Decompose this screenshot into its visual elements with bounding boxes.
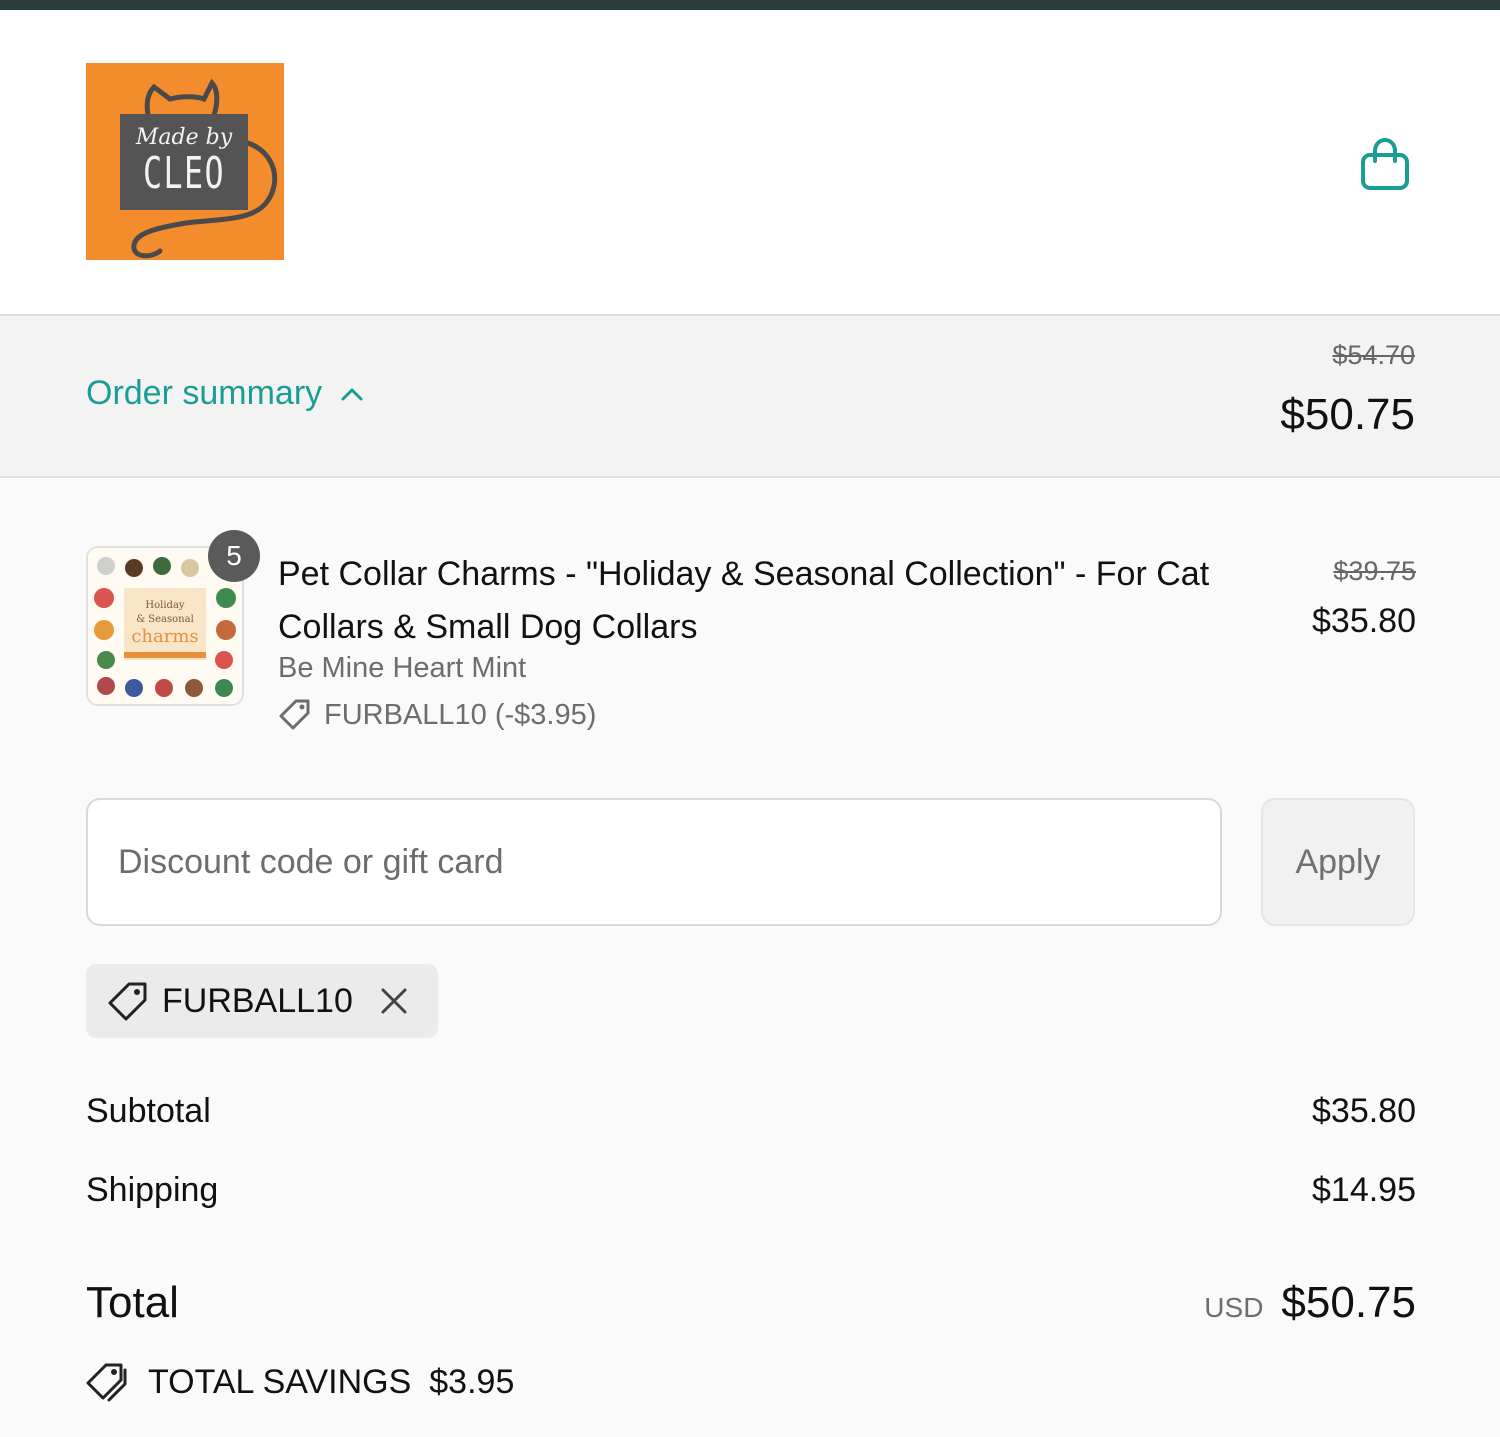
logo-sign: Made by CLEO: [120, 114, 248, 210]
logo-name: CLEO: [142, 148, 226, 199]
total-value-group: USD $50.75: [1204, 1278, 1416, 1328]
total-savings: TOTAL SAVINGS $3.95: [86, 1362, 514, 1402]
subtotal-label: Subtotal: [86, 1092, 211, 1130]
top-accent-bar: [0, 0, 1500, 10]
item-discount-label: FURBALL10 (-$3.95): [324, 698, 597, 731]
applied-discount-chip: FURBALL10: [86, 964, 438, 1038]
apply-button[interactable]: Apply: [1261, 798, 1415, 926]
item-original-price: $39.75: [1333, 556, 1416, 586]
cart-button[interactable]: [1354, 132, 1416, 196]
chevron-up-icon: [341, 388, 363, 400]
product-title: Pet Collar Charms - "Holiday & Seasonal …: [278, 555, 1210, 646]
remove-discount-button[interactable]: [377, 984, 411, 1018]
order-summary-bar: Order summary $54.70 $50.75: [0, 316, 1500, 478]
shipping-label: Shipping: [86, 1171, 219, 1209]
line-item: Holiday & Seasonal charms 5 Pet Collar C…: [86, 530, 1416, 746]
total-value: $50.75: [1281, 1278, 1416, 1327]
total-savings-value: $3.95: [429, 1362, 515, 1401]
applied-discount-code: FURBALL10: [162, 981, 353, 1020]
quantity-badge: 5: [208, 530, 260, 582]
shopping-bag-icon: [1361, 137, 1409, 190]
order-summary-toggle[interactable]: Order summary: [86, 374, 364, 413]
order-summary-label: Order summary: [86, 374, 323, 412]
subtotal-value: $35.80: [1312, 1092, 1416, 1130]
tag-icon: [108, 982, 147, 1021]
logo-tagline: Made by: [135, 125, 233, 150]
tags-icon: [86, 1363, 127, 1402]
product-variant: Be Mine Heart Mint: [278, 652, 527, 684]
summary-original-total: $54.70: [1332, 340, 1415, 370]
total-savings-label: TOTAL SAVINGS: [148, 1362, 412, 1401]
thumbnail-text-seasonal: & Seasonal: [136, 614, 194, 625]
shipping-value: $14.95: [1312, 1171, 1416, 1209]
item-price: $35.80: [1312, 602, 1416, 640]
summary-total: $50.75: [1280, 390, 1415, 439]
thumbnail-text-charms: charms: [131, 626, 198, 647]
site-header: Made by CLEO: [0, 10, 1500, 316]
item-discount: FURBALL10 (-$3.95): [278, 698, 596, 732]
discount-code-input[interactable]: [86, 798, 1222, 926]
currency-code: USD: [1204, 1292, 1264, 1323]
store-logo[interactable]: Made by CLEO: [86, 63, 284, 260]
tag-icon: [279, 699, 310, 730]
close-icon: [381, 988, 407, 1014]
total-label: Total: [86, 1278, 179, 1327]
thumbnail-text-holiday: Holiday: [145, 600, 185, 611]
total-row: Total USD $50.75: [86, 1278, 1416, 1338]
